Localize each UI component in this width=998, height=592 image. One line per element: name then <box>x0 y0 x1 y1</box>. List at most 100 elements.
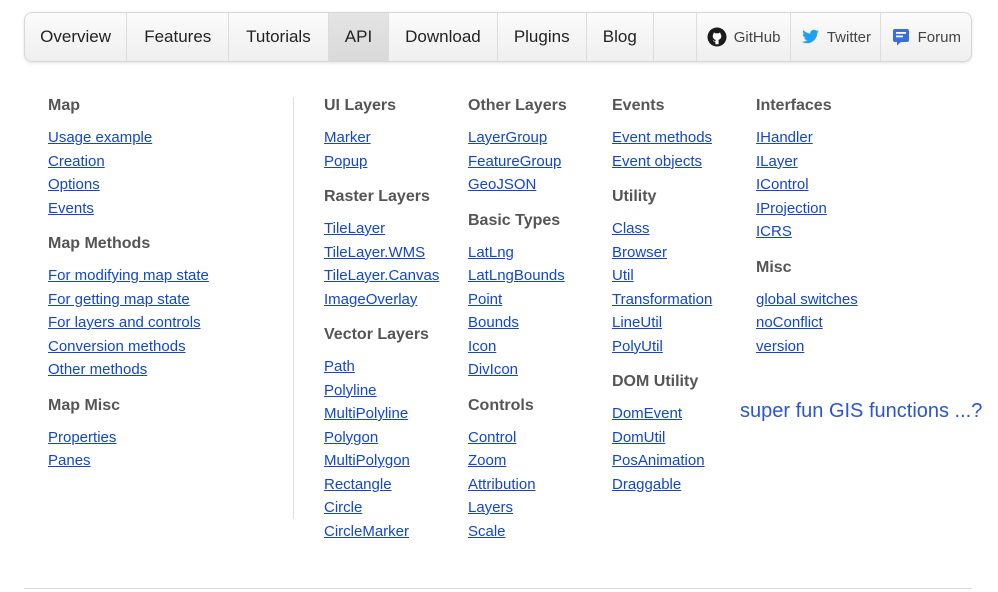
nav-api[interactable]: API <box>328 13 390 61</box>
link-event-methods[interactable]: Event methods <box>612 129 712 146</box>
link-polygon[interactable]: Polygon <box>324 429 378 446</box>
link-posanimation[interactable]: PosAnimation <box>612 452 705 469</box>
group-title: Vector Layers <box>324 326 429 343</box>
link-properties[interactable]: Properties <box>48 429 116 446</box>
group-title: Misc <box>756 258 792 276</box>
link-marker[interactable]: Marker <box>324 129 371 146</box>
group-title: Events <box>612 97 665 114</box>
link-tilelayer[interactable]: TileLayer <box>324 220 385 237</box>
group-title: Map Misc <box>48 396 121 414</box>
link-polyutil[interactable]: PolyUtil <box>612 338 663 355</box>
column-divider <box>293 97 294 519</box>
link-circle[interactable]: Circle <box>324 499 362 516</box>
link-polyline[interactable]: Polyline <box>324 382 377 399</box>
link-panes[interactable]: Panes <box>48 452 91 469</box>
group-title: Other Layers <box>468 97 567 114</box>
link-ihandler[interactable]: IHandler <box>756 129 813 146</box>
link-circlemarker[interactable]: CircleMarker <box>324 523 409 540</box>
group-title: Basic Types <box>468 211 561 229</box>
footer-divider <box>24 588 972 589</box>
api-column-utility: Events Event methods Event objects Utili… <box>612 96 752 510</box>
link-draggable[interactable]: Draggable <box>612 476 681 493</box>
group-interfaces: Interfaces IHandler ILayer IControl IPro… <box>756 96 896 246</box>
group-title: Controls <box>468 396 534 414</box>
link-popup[interactable]: Popup <box>324 153 367 170</box>
nav-github-label: GitHub <box>733 28 781 46</box>
link-options[interactable]: Options <box>48 176 100 193</box>
link-layers-and-controls[interactable]: For layers and controls <box>48 314 201 331</box>
group-title: Map <box>48 97 80 114</box>
link-control[interactable]: Control <box>468 429 516 446</box>
link-events[interactable]: Events <box>48 200 94 217</box>
api-column-other: Other Layers LayerGroup FeatureGroup Geo… <box>468 96 608 557</box>
link-other-methods[interactable]: Other methods <box>48 361 147 378</box>
link-usage-example[interactable]: Usage example <box>48 129 152 146</box>
link-lineutil[interactable]: LineUtil <box>612 314 662 331</box>
nav-github[interactable]: GitHub <box>697 13 792 61</box>
link-divicon[interactable]: DivIcon <box>468 361 518 378</box>
link-path[interactable]: Path <box>324 358 355 375</box>
group-map-methods: Map Methods For modifying map state For … <box>48 234 278 384</box>
link-iprojection[interactable]: IProjection <box>756 200 827 217</box>
link-util[interactable]: Util <box>612 267 634 284</box>
group-controls: Controls Control Zoom Attribution Layers… <box>468 396 608 546</box>
nav-tutorials[interactable]: Tutorials <box>229 13 329 61</box>
link-event-objects[interactable]: Event objects <box>612 153 702 170</box>
link-rectangle[interactable]: Rectangle <box>324 476 392 493</box>
group-vector-layers: Vector Layers Path Polyline MultiPolylin… <box>324 325 464 545</box>
link-latlngbounds[interactable]: LatLngBounds <box>468 267 565 284</box>
nav-blog[interactable]: Blog <box>587 13 654 61</box>
api-column-map: Map Usage example Creation Options Event… <box>48 96 278 487</box>
link-noconflict[interactable]: noConflict <box>756 314 823 331</box>
link-icon[interactable]: Icon <box>468 338 496 355</box>
link-tilelayer-wms[interactable]: TileLayer.WMS <box>324 244 425 261</box>
nav-forum[interactable]: Forum <box>881 13 971 61</box>
link-ilayer[interactable]: ILayer <box>756 153 798 170</box>
link-creation[interactable]: Creation <box>48 153 105 170</box>
link-domevent[interactable]: DomEvent <box>612 405 682 422</box>
link-attribution[interactable]: Attribution <box>468 476 536 493</box>
link-class[interactable]: Class <box>612 220 650 237</box>
link-transformation[interactable]: Transformation <box>612 291 712 308</box>
group-dom-utility: DOM Utility DomEvent DomUtil PosAnimatio… <box>612 372 752 498</box>
link-multipolygon[interactable]: MultiPolygon <box>324 452 410 469</box>
link-geojson[interactable]: GeoJSON <box>468 176 536 193</box>
group-title: UI Layers <box>324 97 397 114</box>
group-title: Raster Layers <box>324 188 430 205</box>
nav-twitter[interactable]: Twitter <box>791 13 881 61</box>
link-bounds[interactable]: Bounds <box>468 314 519 331</box>
nav-overview[interactable]: Overview <box>25 13 128 61</box>
top-nav: Overview Features Tutorials API Download… <box>24 12 972 62</box>
link-layergroup[interactable]: LayerGroup <box>468 129 547 146</box>
link-zoom[interactable]: Zoom <box>468 452 506 469</box>
link-conversion-methods[interactable]: Conversion methods <box>48 338 186 355</box>
link-point[interactable]: Point <box>468 291 502 308</box>
group-title: Utility <box>612 188 657 205</box>
twitter-icon <box>800 27 820 47</box>
link-imageoverlay[interactable]: ImageOverlay <box>324 291 417 308</box>
group-events: Events Event methods Event objects <box>612 96 752 175</box>
link-domutil[interactable]: DomUtil <box>612 429 665 446</box>
link-global-switches[interactable]: global switches <box>756 291 858 308</box>
link-scale[interactable]: Scale <box>468 523 506 540</box>
nav-plugins[interactable]: Plugins <box>498 13 587 61</box>
link-tilelayer-canvas[interactable]: TileLayer.Canvas <box>324 267 439 284</box>
github-icon <box>707 27 727 47</box>
link-latlng[interactable]: LatLng <box>468 244 514 261</box>
link-getting-map-state[interactable]: For getting map state <box>48 291 190 308</box>
link-icontrol[interactable]: IControl <box>756 176 809 193</box>
link-modifying-map-state[interactable]: For modifying map state <box>48 267 209 284</box>
group-other-layers: Other Layers LayerGroup FeatureGroup Geo… <box>468 96 608 199</box>
link-multipolyline[interactable]: MultiPolyline <box>324 405 408 422</box>
group-title: Map Methods <box>48 235 151 252</box>
nav-download[interactable]: Download <box>389 13 498 61</box>
nav-features[interactable]: Features <box>127 13 230 61</box>
group-title: DOM Utility <box>612 373 699 390</box>
link-browser[interactable]: Browser <box>612 244 667 261</box>
link-version[interactable]: version <box>756 338 804 355</box>
api-column-layers: UI Layers Marker Popup Raster Layers Til… <box>324 96 464 557</box>
link-layers[interactable]: Layers <box>468 499 513 516</box>
link-featuregroup[interactable]: FeatureGroup <box>468 153 561 170</box>
link-icrs[interactable]: ICRS <box>756 223 792 240</box>
group-map-misc: Map Misc Properties Panes <box>48 396 278 475</box>
